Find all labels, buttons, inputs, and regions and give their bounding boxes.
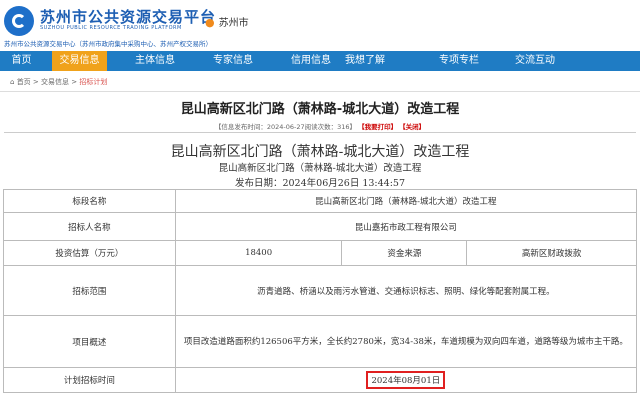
- table-row: 招标范围 沥青道路、桥涵以及雨污水管道、交通标识标志、照明、绿化等配套附属工程。: [3, 265, 638, 316]
- publish-info: 【信息发布时间：2024-06-27阅读次数：316】: [214, 123, 357, 131]
- nav-item-entity-info[interactable]: 主体信息: [116, 51, 194, 71]
- planned-time-highlight: 2024年08月01日: [366, 371, 446, 389]
- cell-label: 项目概述: [3, 315, 176, 368]
- close-button[interactable]: 【关闭】: [399, 123, 425, 131]
- table-row: 项目概述 项目改造道路面积约126506平方米，全长约2780米，宽34-38米…: [3, 315, 638, 368]
- main-nav: 首页 交易信息 主体信息 专家信息 信用信息 我想了解 专项专栏 交流互动: [0, 51, 640, 71]
- document-title: 昆山高新区北门路（萧林路-城北大道）改造工程: [170, 144, 470, 160]
- cell-value: 昆山高新区北门路（萧林路-城北大道）改造工程: [174, 189, 638, 213]
- article-meta: 【信息发布时间：2024-06-27阅读次数：316】 【我要打印】 【关闭】: [0, 121, 640, 131]
- nav-item-home[interactable]: 首页: [0, 51, 43, 71]
- site-header: 苏州市公共资源交易平台 SUZHOU PUBLIC RESOURCE TRADI…: [0, 0, 640, 51]
- table-row: 招标人名称 昆山嘉拓市政工程有限公司: [3, 212, 638, 241]
- cell-value: 18400: [174, 240, 343, 266]
- location-selector[interactable]: ● 苏州市: [205, 14, 249, 29]
- site-logo[interactable]: [4, 6, 34, 36]
- cell-value: 沥青道路、桥涵以及雨污水管道、交通标识标志、照明、绿化等配套附属工程。: [174, 265, 638, 316]
- divider: [4, 132, 636, 133]
- cell-value: 高新区财政拨款: [466, 240, 637, 266]
- cell-label: 招标范围: [3, 265, 176, 316]
- breadcrumb-item-current[interactable]: 招标计划: [79, 78, 107, 86]
- cell-value: 2024年08月01日: [174, 367, 638, 393]
- site-title[interactable]: 苏州市公共资源交易平台: [40, 6, 216, 27]
- cell-label: 招标人名称: [3, 212, 176, 241]
- table-row: 投资估算（万元） 18400 资金来源 高新区财政拨款: [3, 240, 637, 266]
- nav-item-trade-info[interactable]: 交易信息: [52, 51, 107, 71]
- document-subtitle: 昆山高新区北门路（萧林路-城北大道）改造工程: [218, 163, 422, 174]
- table-row: 标段名称 昆山高新区北门路（萧林路-城北大道）改造工程: [3, 189, 638, 213]
- page-title: 昆山高新区北门路（萧林路-城北大道）改造工程: [180, 102, 460, 117]
- table-row: 计划招标时间 2024年08月01日: [3, 367, 638, 393]
- site-description: 苏州市公共资源交易中心（苏州市政府集中采购中心、苏州产权交易所）: [4, 40, 212, 48]
- cell-label: 资金来源: [341, 240, 468, 266]
- print-button[interactable]: 【我要打印】: [358, 123, 397, 131]
- nav-item-learn-more[interactable]: 我想了解: [326, 51, 404, 71]
- location-label: 苏州市: [218, 18, 249, 29]
- site-subtitle: SUZHOU PUBLIC RESOURCE TRADING PLATFORM: [40, 25, 182, 31]
- nav-item-interaction[interactable]: 交流互动: [460, 51, 610, 71]
- document-date: 发布日期：2024年06月26日 13:44:57: [234, 178, 406, 189]
- map-pin-icon: ●: [205, 16, 215, 29]
- cell-label: 投资估算（万元）: [3, 240, 176, 266]
- cell-label: 计划招标时间: [3, 367, 176, 393]
- cell-label: 标段名称: [3, 189, 176, 213]
- breadcrumb-item-home[interactable]: 首页: [17, 78, 31, 86]
- breadcrumb-item-trade[interactable]: 交易信息: [41, 78, 69, 86]
- info-table: 标段名称 昆山高新区北门路（萧林路-城北大道）改造工程 招标人名称 昆山嘉拓市政…: [3, 189, 638, 393]
- nav-item-expert-info[interactable]: 专家信息: [194, 51, 272, 71]
- cell-value: 项目改造道路面积约126506平方米，全长约2780米，宽34-38米，车道规模…: [174, 315, 638, 368]
- cell-value: 昆山嘉拓市政工程有限公司: [174, 212, 638, 241]
- breadcrumb: ⌂ 首页 > 交易信息 > 招标计划: [10, 78, 108, 86]
- home-icon[interactable]: ⌂: [10, 78, 14, 86]
